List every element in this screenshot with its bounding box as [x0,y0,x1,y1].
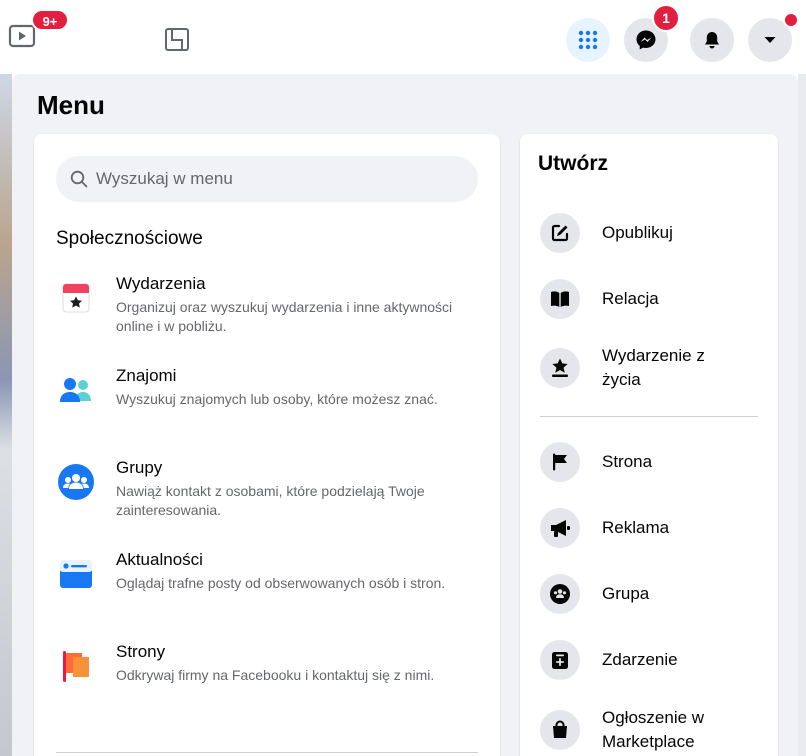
watch-notification-badge: 9+ [31,9,69,31]
create-item-label: Relacja [602,289,659,308]
group-icon [550,584,570,604]
book-icon [551,291,569,307]
messenger-notification-badge: 1 [652,4,680,32]
create-item-label: Strona [602,452,653,471]
menu-item-title: Wydarzenia [116,274,206,293]
search-icon [70,170,88,188]
menu-title: Menu [37,90,105,120]
background-feed-strip [0,74,12,756]
divider [56,752,478,753]
news-feed-icon [60,560,92,588]
grid-menu-icon [578,30,598,50]
create-item-ad[interactable]: Reklama [540,495,760,561]
background-right-strip [798,74,806,756]
messenger-icon [636,30,656,50]
divider [540,416,758,417]
create-card: Utwórz Opublikuj Relacja Wydarzenie z ży… [520,134,778,756]
menu-item-description: Odkrywaj firmy na Facebooku i kontaktuj … [116,667,435,683]
top-bar: 9+ 1 [0,0,806,74]
create-item-label: Ogłoszenie w Marketplace [602,708,705,751]
create-item-post[interactable]: Opublikuj [540,200,760,266]
create-item-story[interactable]: Relacja [540,266,760,332]
create-title: Utwórz [538,152,608,175]
menu-item-title: Aktualności [116,550,203,569]
section-title-social: Społecznościowe [56,228,203,249]
menu-item-title: Strony [116,642,166,661]
shopping-bag-icon [553,720,567,738]
groups-icon [58,464,94,500]
menu-search-input[interactable] [96,169,456,189]
create-item-event[interactable]: Zdarzenie [540,627,760,693]
menu-search-box[interactable] [56,156,478,202]
megaphone-icon [551,520,570,537]
menu-item-events[interactable]: Wydarzenia Organizuj oraz wyszukuj wydar… [56,274,486,366]
chevron-down-icon [764,37,776,43]
event-plus-icon [552,652,568,669]
menu-item-groups[interactable]: Grupy Nawiąż kontakt z osobami, które po… [56,458,486,550]
menu-left-card: Społecznościowe Wydarzenia Organizuj ora… [34,134,500,756]
pages-flag-icon [63,651,89,682]
create-item-label: Wydarzenie z życia [602,346,705,389]
create-item-group[interactable]: Grupa [540,561,760,627]
friends-icon [60,378,91,402]
menu-item-title: Znajomi [116,366,177,385]
notifications-button[interactable] [690,18,734,62]
create-item-label: Zdarzenie [602,650,678,669]
menu-item-description: Organizuj oraz wyszukuj wydarzenia i inn… [116,299,453,334]
create-item-page[interactable]: Strona [540,429,760,495]
menu-item-description: Nawiąż kontakt z osobami, które podziela… [116,483,425,518]
menu-item-title: Grupy [116,458,163,477]
menu-item-news-feed[interactable]: Aktualności Oglądaj trafne posty od obse… [56,550,486,642]
flag-icon [553,453,567,471]
menu-item-friends[interactable]: Znajomi Wyszukuj znajomych lub osoby, kt… [56,366,486,458]
create-item-label: Opublikuj [602,223,673,242]
gaming-icon[interactable] [164,26,190,52]
bell-icon [705,32,719,49]
create-item-label: Reklama [602,518,670,537]
life-event-star-icon [552,358,568,377]
account-alert-dot [783,12,799,28]
menu-item-description: Oglądaj trafne posty od obserwowanych os… [116,575,446,591]
menu-item-pages[interactable]: Strony Odkrywaj firmy na Facebooku i kon… [56,642,486,734]
create-item-label: Grupa [602,584,650,603]
menu-panel: Menu Społecznościowe Wydarzenia Organizu… [12,74,798,756]
create-item-life-event[interactable]: Wydarzenie z życia [540,332,760,404]
calendar-icon [62,283,90,313]
compose-icon [551,224,569,242]
create-item-marketplace-listing[interactable]: Ogłoszenie w Marketplace [540,693,760,756]
menu-item-description: Wyszukuj znajomych lub osoby, które może… [116,391,438,407]
menu-button[interactable] [566,18,610,62]
